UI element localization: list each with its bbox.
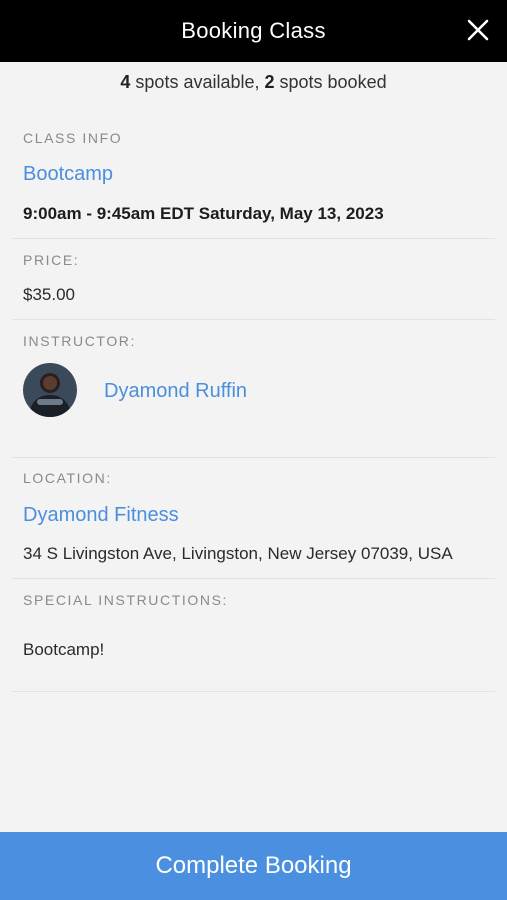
class-info-label: CLASS INFO [23,130,123,146]
price-section: PRICE: $35.00 [12,239,495,320]
class-schedule: 9:00am - 9:45am EDT Saturday, May 13, 20… [23,204,384,223]
complete-booking-button[interactable]: Complete Booking [0,832,507,900]
instructor-avatar[interactable] [23,363,77,417]
available-text: spots available, [130,72,265,92]
location-section: LOCATION: Dyamond Fitness 34 S Livingsto… [12,458,495,579]
special-instructions-label: SPECIAL INSTRUCTIONS: [23,592,228,608]
page-title: Booking Class [181,18,326,43]
special-instructions-section: SPECIAL INSTRUCTIONS: Bootcamp! [12,579,495,692]
booked-count: 2 [264,72,275,92]
available-count: 4 [120,72,131,92]
instructor-section: INSTRUCTOR: Dyamond Ruffin [12,320,495,458]
close-icon[interactable] [463,15,493,45]
instructor-name-link[interactable]: Dyamond Ruffin [104,380,247,403]
location-name-link[interactable]: Dyamond Fitness [23,504,179,527]
availability-summary: 4 spots available, 2 spots booked [0,72,507,93]
class-info-section: CLASS INFO Bootcamp 9:00am - 9:45am EDT … [12,118,495,239]
price-label: PRICE: [23,252,80,268]
instructor-label: INSTRUCTOR: [23,333,137,349]
price-value: $35.00 [23,285,75,304]
location-address: 34 S Livingston Ave, Livingston, New Jer… [23,544,453,563]
special-instructions-text: Bootcamp! [23,640,105,659]
booked-text: spots booked [274,72,387,92]
header-bar: Booking Class [0,0,507,62]
class-name-link[interactable]: Bootcamp [23,163,113,186]
location-label: LOCATION: [23,470,112,486]
